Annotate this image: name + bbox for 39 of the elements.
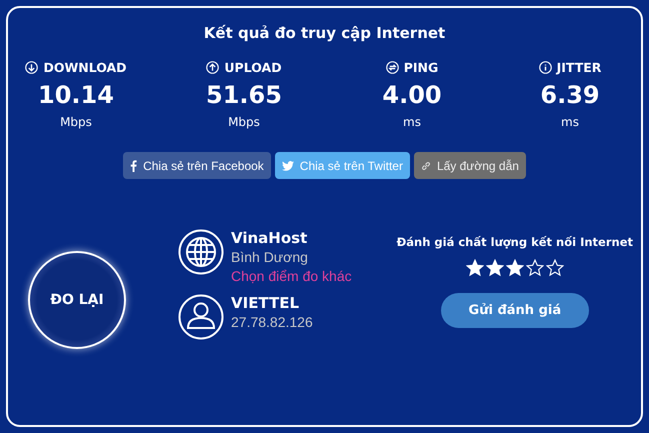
upload-icon xyxy=(206,61,220,74)
change-server-link[interactable]: Chọn điểm đo khác xyxy=(231,268,352,284)
star-icon[interactable] xyxy=(546,259,564,277)
ping-icon xyxy=(386,61,399,74)
ip-address: 27.78.82.126 xyxy=(231,314,313,330)
results-title: Kết quả đo truy cập Internet xyxy=(204,24,446,42)
metric-value: 51.65 xyxy=(206,81,282,109)
metric-value: 6.39 xyxy=(540,81,600,109)
metric-label: PING xyxy=(404,60,438,75)
share-button[interactable]: Chia sẻ trên Twitter xyxy=(274,152,410,179)
metric-unit: ms xyxy=(561,115,579,129)
globe-icon xyxy=(178,229,224,275)
star-icon[interactable] xyxy=(526,259,544,277)
metric-unit: Mbps xyxy=(60,115,92,129)
share-button[interactable]: Lấy đường dẫn xyxy=(414,152,526,179)
star-icon[interactable] xyxy=(466,259,484,277)
metric-unit: ms xyxy=(403,115,421,129)
restart-button[interactable]: ĐO LẠI xyxy=(28,251,126,349)
link-icon xyxy=(420,160,431,170)
facebook-icon xyxy=(130,160,138,172)
share-button[interactable]: Chia sẻ trên Facebook xyxy=(123,152,271,179)
metric-label: UPLOAD xyxy=(224,60,282,75)
metric-label: JITTER xyxy=(556,60,602,75)
star-rating[interactable] xyxy=(466,259,564,277)
server-location: Bình Dương xyxy=(231,249,309,265)
star-icon[interactable] xyxy=(506,259,524,277)
isp-name: VIETTEL xyxy=(231,294,300,312)
jitter-icon xyxy=(538,61,552,74)
download-icon xyxy=(25,61,38,74)
submit-rating-button[interactable]: Gửi đánh giá xyxy=(440,293,589,328)
server-name: VinaHost xyxy=(231,229,308,247)
metric-unit: Mbps xyxy=(228,115,260,129)
metric-label: DOWNLOAD xyxy=(43,60,127,75)
metric-value: 4.00 xyxy=(382,81,442,109)
rating-title: Đánh giá chất lượng kết nối Internet xyxy=(396,235,633,249)
metric-value: 10.14 xyxy=(38,81,114,109)
star-icon[interactable] xyxy=(486,259,504,277)
bird-icon xyxy=(282,160,294,170)
user-icon xyxy=(178,294,224,340)
